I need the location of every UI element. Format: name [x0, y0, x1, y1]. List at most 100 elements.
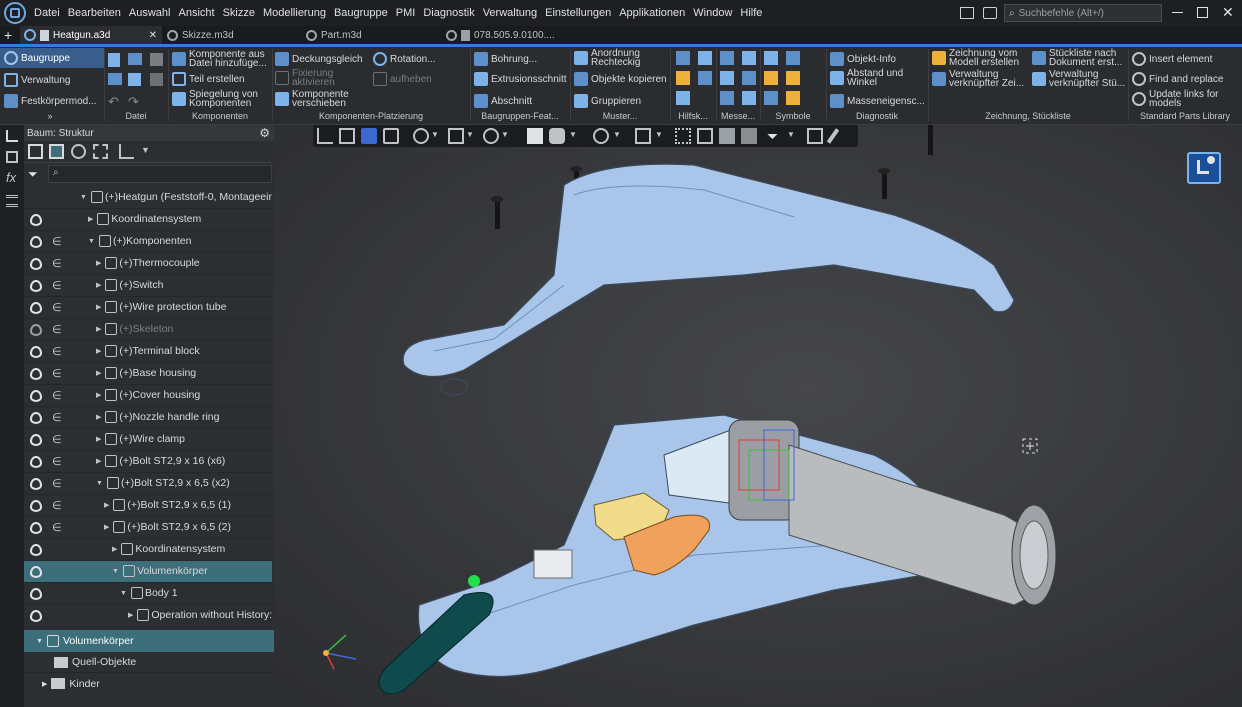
shading-icon[interactable]: [549, 128, 565, 144]
mirror-components-button[interactable]: Spiegelung von Komponenten: [172, 90, 270, 109]
maximize-icon[interactable]: [1197, 7, 1208, 18]
select-body-icon[interactable]: [383, 128, 399, 144]
menu-pmi[interactable]: PMI: [392, 7, 420, 19]
eye-icon[interactable]: [30, 302, 42, 314]
eye-icon[interactable]: [30, 588, 42, 600]
expand-chevron-icon[interactable]: ▼: [112, 568, 119, 575]
menu-modellierung[interactable]: Modellierung: [259, 7, 330, 19]
link-icon[interactable]: ∈: [52, 301, 62, 314]
eye-icon[interactable]: [30, 368, 42, 380]
menu-auswahl[interactable]: Auswahl: [125, 7, 175, 19]
selection-filter-icon[interactable]: ⏷: [767, 128, 783, 144]
chevron-right-icon[interactable]: ▶: [42, 680, 47, 688]
tree-search-input[interactable]: ⌕: [48, 165, 272, 183]
eye-icon[interactable]: [30, 610, 42, 622]
pan-icon[interactable]: [448, 128, 464, 144]
link-icon[interactable]: ∈: [52, 389, 62, 402]
save-as-icon[interactable]: [128, 73, 141, 86]
expand-chevron-icon[interactable]: ▼: [80, 194, 87, 201]
chevron-down-icon[interactable]: ▼: [431, 130, 441, 146]
measure-volume-icon[interactable]: [742, 91, 756, 105]
expand-chevron-icon[interactable]: ▶: [96, 259, 101, 267]
menu-ansicht[interactable]: Ansicht: [174, 7, 218, 19]
filter-funnel-icon[interactable]: ⏷: [28, 167, 38, 182]
eye-icon[interactable]: [30, 214, 42, 226]
tab-part[interactable]: Part.m3d: [302, 26, 439, 44]
rotation-button[interactable]: Rotation...: [373, 52, 436, 66]
measure-distance-icon[interactable]: [720, 51, 734, 65]
expand-chevron-icon[interactable]: ▶: [88, 215, 93, 223]
camera-icon[interactable]: [635, 128, 651, 144]
chevron-down-icon[interactable]: ▼: [787, 130, 797, 146]
chevron-down-icon[interactable]: ▼: [501, 130, 511, 146]
tree-row[interactable]: ∈ ▼ (+)Bolt ST2,9 x 6,5 (x2): [24, 473, 272, 495]
ribbon-tab-festkoerper[interactable]: Festkörpermod...: [4, 94, 97, 108]
link-icon[interactable]: ∈: [52, 433, 62, 446]
menu-skizze[interactable]: Skizze: [219, 7, 259, 19]
select-component-icon[interactable]: [361, 128, 377, 144]
symbol-leader-icon[interactable]: [786, 91, 800, 105]
tree-settings-gear-icon[interactable]: ⚙: [259, 126, 270, 140]
copy-objects-button[interactable]: Objekte kopieren: [574, 72, 667, 86]
tree-row[interactable]: ∈ ▶ (+)Bolt ST2,9 x 6,5 (2): [24, 517, 272, 539]
section-view-icon[interactable]: [697, 128, 713, 144]
menu-window[interactable]: Window: [689, 7, 736, 19]
new-tab-icon[interactable]: +: [4, 26, 12, 44]
symbol-note-icon[interactable]: [764, 91, 778, 105]
structure-view-icon[interactable]: [49, 144, 64, 159]
enable-fixation-button[interactable]: Fixierung aktivieren: [275, 69, 365, 88]
link-icon[interactable]: ∈: [52, 257, 62, 270]
open-file-icon[interactable]: [128, 53, 142, 65]
expand-chevron-icon[interactable]: ▶: [96, 347, 101, 355]
chevron-down-icon[interactable]: ▼: [141, 145, 150, 155]
object-info-button[interactable]: Objekt-Info: [830, 52, 896, 66]
close-file-icon[interactable]: [150, 73, 163, 86]
tree-row[interactable]: ∈ ▶ (+)Wire clamp: [24, 429, 272, 451]
axis-icon[interactable]: [676, 51, 690, 65]
redo-icon[interactable]: ↷: [128, 94, 139, 110]
undo-icon[interactable]: ↶: [108, 94, 119, 110]
group-button[interactable]: Gruppieren: [574, 94, 641, 108]
view-iso-icon[interactable]: [527, 128, 543, 144]
eye-icon[interactable]: [30, 412, 42, 424]
heatgun-model[interactable]: [274, 125, 1242, 707]
eye-icon[interactable]: [30, 258, 42, 270]
symbol-tolerance-icon[interactable]: [764, 71, 778, 85]
expand-chevron-icon[interactable]: ▼: [96, 480, 103, 487]
filter-tree-icon[interactable]: [119, 144, 134, 159]
tree-row[interactable]: ∈ ▶ (+)Bolt ST2,9 x 6,5 (1): [24, 495, 272, 517]
menu-baugruppe[interactable]: Baugruppe: [330, 7, 392, 19]
section-button[interactable]: Abschnitt: [474, 94, 532, 108]
update-links-button[interactable]: Update links for models: [1132, 90, 1232, 109]
rotate-icon[interactable]: [483, 128, 499, 144]
save-icon[interactable]: [150, 53, 163, 66]
ribbon-tab-verwaltung[interactable]: Verwaltung: [4, 73, 70, 87]
link-icon[interactable]: ∈: [52, 411, 62, 424]
insert-element-button[interactable]: Insert element: [1132, 52, 1212, 66]
menu-hilfe[interactable]: Hilfe: [736, 7, 766, 19]
eye-icon[interactable]: [30, 456, 42, 468]
eye-icon[interactable]: [30, 478, 42, 490]
tab-skizze[interactable]: Skizze.m3d: [163, 26, 300, 44]
expand-chevron-icon[interactable]: ▼: [120, 590, 127, 597]
ribbon-expand-icon[interactable]: »: [40, 111, 60, 123]
layers-panel-icon[interactable]: [6, 195, 18, 207]
tree-row[interactable]: ∈ ▼ (+)Komponenten: [24, 231, 272, 253]
tree-row[interactable]: ▼ Volumenkörper: [24, 561, 272, 583]
tree-row[interactable]: ∈ ▶ (+)Base housing: [24, 363, 272, 385]
manage-bom-button[interactable]: Verwaltung verknüpfter Stü...: [1032, 70, 1128, 89]
eye-icon[interactable]: [30, 566, 42, 578]
tree-row[interactable]: ∈ ▶ (+)Bolt ST2,9 x 16 (x6): [24, 451, 272, 473]
eye-hidden-icon[interactable]: [30, 324, 42, 336]
window-mode-icon[interactable]: [960, 7, 974, 19]
eye-icon[interactable]: [30, 280, 42, 292]
chevron-down-icon[interactable]: ▼: [569, 130, 579, 146]
mass-properties-button[interactable]: Masseneigensc...: [830, 94, 925, 108]
extrude-cut-button[interactable]: Extrusionsschnitt: [474, 72, 567, 86]
expand-chevron-icon[interactable]: ▶: [96, 413, 101, 421]
create-part-button[interactable]: Teil erstellen: [172, 72, 245, 86]
measure-length-icon[interactable]: [720, 91, 734, 105]
cursor-select-icon[interactable]: [317, 128, 333, 144]
app-logo-icon[interactable]: [4, 2, 26, 24]
tree-row[interactable]: ∈ ▶ (+)Switch: [24, 275, 272, 297]
